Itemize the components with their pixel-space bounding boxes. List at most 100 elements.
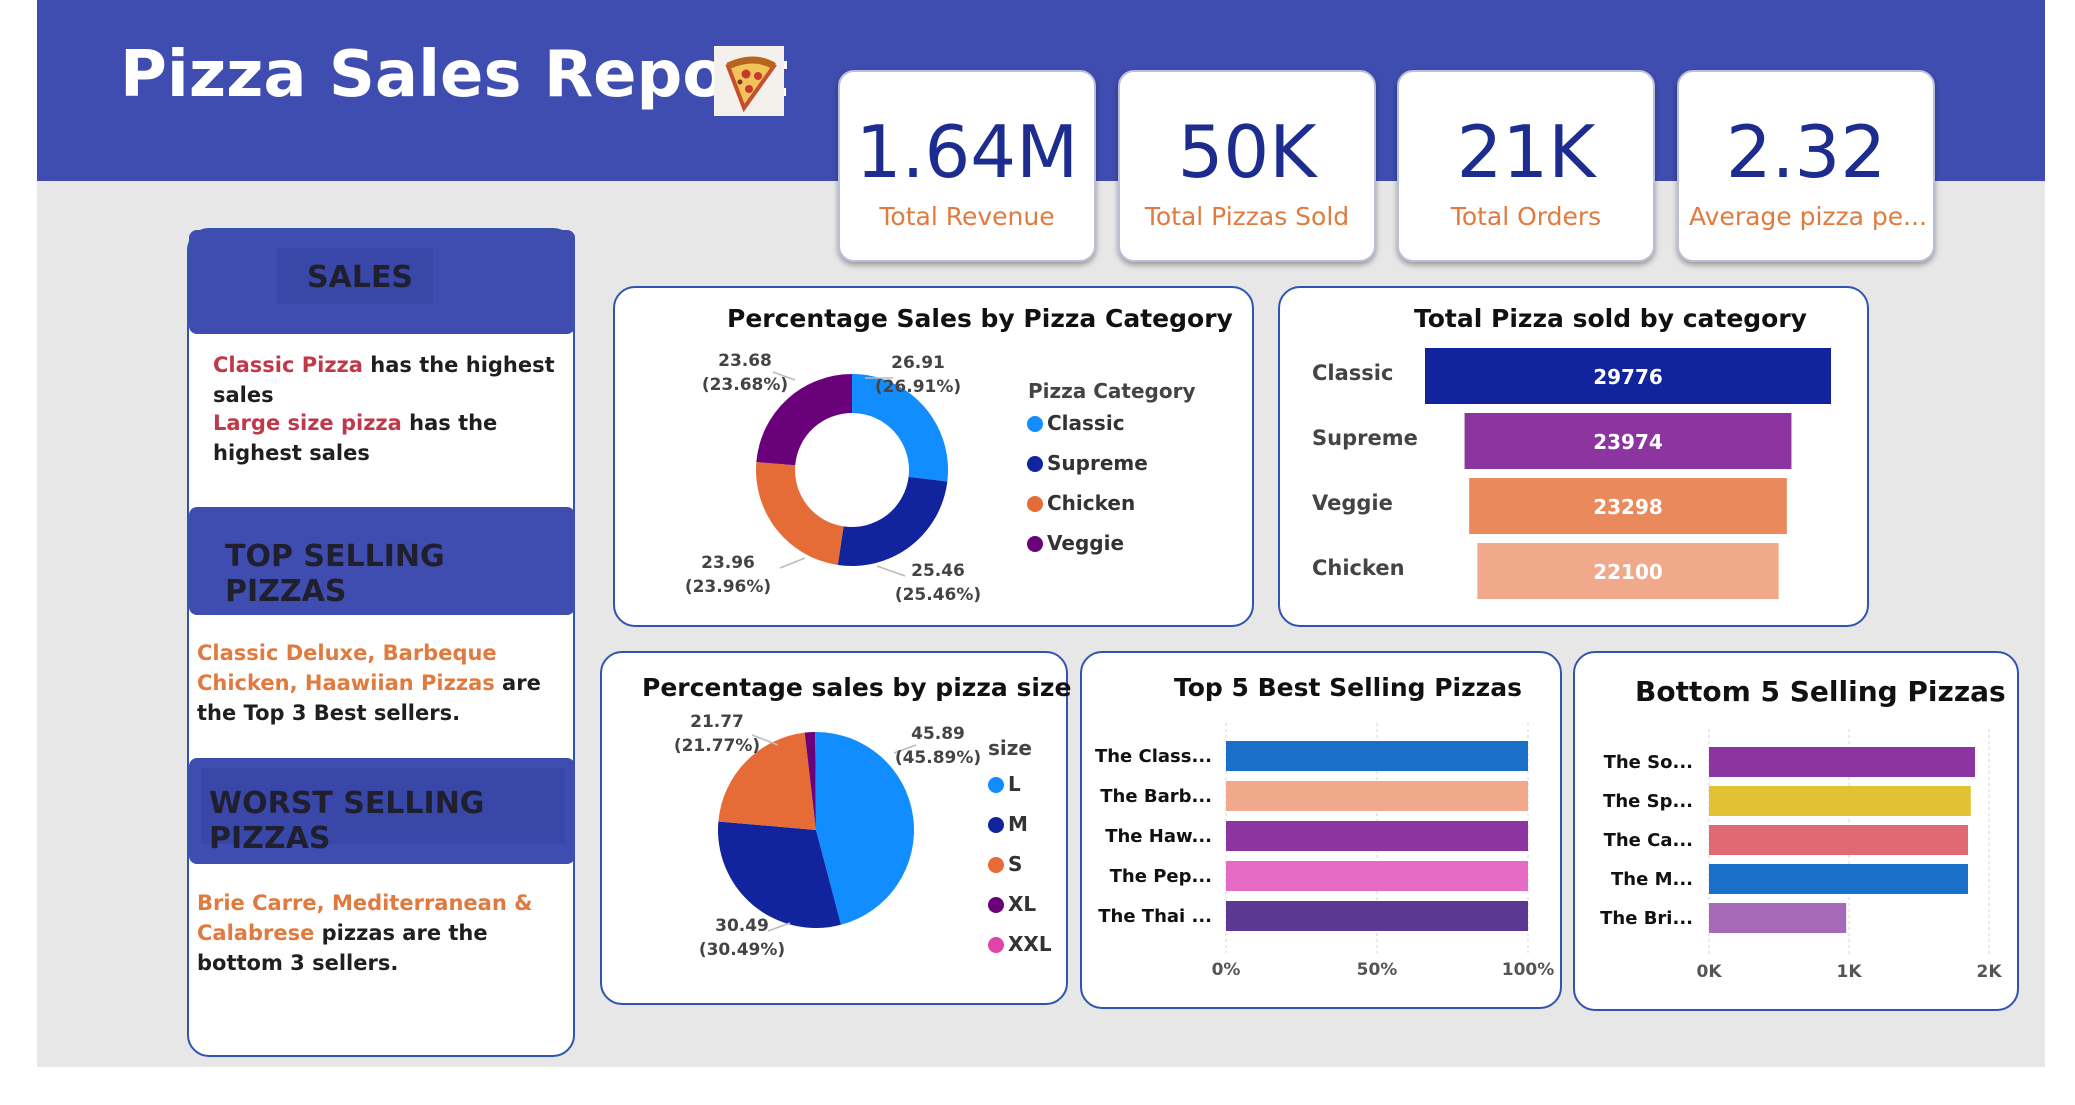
legend-label: Chicken [1047,491,1135,515]
data-label-value: 21.77 [690,712,744,732]
bar [1226,901,1528,931]
tick-label: 2K [1976,962,2002,982]
funnel-category-label: Classic [1312,361,1393,385]
data-label-value: 26.91 [891,353,945,373]
bar [1709,747,1975,777]
category-label: The So... [1604,752,1693,773]
bar [1226,861,1528,891]
data-label-percent: (30.49%) [699,940,785,960]
kpi-card-total-revenue[interactable]: 1.64M Total Revenue [838,70,1096,262]
top5-bar-chart: 0% 50% 100% The Class... The Barb... The Haw.… [1095,723,1555,980]
category-label: The Thai ... [1098,906,1212,927]
kpi-card-total-pizzas-sold[interactable]: 50K Total Pizzas Sold [1118,70,1376,262]
top5-card[interactable]: Top 5 Best Selling Pizzas 0% 50% 100% The C… [1080,651,1562,1009]
data-label-value: 45.89 [911,724,965,744]
funnel-value: 23298 [1593,495,1663,519]
data-label-percent: (45.89%) [895,748,981,768]
category-label: The Bri... [1600,908,1693,929]
kpi-value: 50K [1177,110,1317,194]
kpi-label: Total Orders [1450,202,1602,231]
legend-marker [1027,416,1043,432]
data-label-value: 23.96 [701,553,755,573]
worst-selling-heading-box: WORST SELLING PIZZAS [189,758,575,864]
size-pie-card[interactable]: Percentage sales by pizza size 45.89 (45.… [600,651,1071,1005]
bottom5-card[interactable]: Bottom 5 Selling Pizzas 0K 1K 2K The So... T… [1573,651,2019,1011]
sales-heading: SALES [307,260,414,295]
bar [1709,786,1971,816]
worst-selling-heading: WORST SELLING PIZZAS [209,786,485,856]
kpi-value: 2.32 [1725,110,1887,194]
legend-marker [1027,456,1043,472]
leader-line [767,922,791,932]
leader-line [779,557,806,569]
insights-panel: SALES Classic Pizza has the highest sale… [187,228,575,1057]
sales-heading-box: SALES [189,230,575,334]
legend-label: Veggie [1047,531,1124,555]
bar [1226,781,1528,811]
legend-marker [988,817,1004,833]
category-label: The Pep... [1110,866,1212,887]
kpi-label: Average pizza pe... [1689,202,1928,231]
kpi-label: Total Pizzas Sold [1144,202,1350,231]
category-label: The M... [1611,869,1693,890]
donut-slice-supreme [837,476,948,566]
category-funnel-card[interactable]: Total Pizza sold by category 29776 Classi… [1278,286,1869,627]
category-funnel-chart: 29776 Classic 23974 Supreme 23298 Veggie 22100… [1312,348,1831,599]
highlight-text: Large size pizza [213,411,402,435]
funnel-value: 29776 [1593,365,1663,389]
data-label-percent: (26.91%) [875,377,961,397]
category-label: The Sp... [1603,791,1693,812]
funnel-value: 22100 [1593,560,1663,584]
legend-label: XL [1008,892,1036,916]
page-title: Pizza Sales Report [120,38,789,112]
top-selling-heading: TOP SELLING PIZZAS [225,539,445,609]
bar [1709,864,1968,894]
data-label-value: 25.46 [911,561,965,581]
kpi-value: 1.64M [855,110,1079,194]
donut-slice-chicken [756,462,844,565]
sales-insight-2: Large size pizza has the highest sales [213,408,563,468]
data-label-percent: (23.96%) [685,577,771,597]
bar [1709,825,1968,855]
funnel-category-label: Chicken [1312,556,1405,580]
kpi-card-average-pizza[interactable]: 2.32 Average pizza pe... [1677,70,1935,262]
tick-label: 0% [1212,960,1241,980]
size-pie-chart: 45.89 (45.89%) 30.49 (30.49%) 21.77 (21.77%) s… [674,712,1052,960]
category-donut-chart: 26.91 (26.91%) 25.46 (25.46%) 23.96 (23.96%) 2… [685,351,1196,605]
bottom5-bar-chart: 0K 1K 2K The So... The Sp... The Ca... The M..… [1600,729,2002,982]
highlight-text: Classic Deluxe, Barbeque Chicken, Haawii… [197,641,497,695]
data-label-value: 30.49 [715,916,769,936]
tick-label: 50% [1357,960,1398,980]
legend-title: size [988,736,1032,760]
legend-marker [1027,536,1043,552]
pizza-slice-icon [714,46,784,116]
category-label: The Ca... [1604,830,1693,851]
top-selling-heading-box: TOP SELLING PIZZAS [189,507,575,615]
bar [1226,741,1528,771]
legend-marker [988,857,1004,873]
data-label-percent: (21.77%) [674,736,760,756]
data-label-value: 23.68 [718,351,772,371]
leader-line [876,565,906,577]
legend-title: Pizza Category [1028,379,1196,403]
bar [1709,903,1847,933]
category-label: The Barb... [1100,786,1212,807]
top-selling-insight: Classic Deluxe, Barbeque Chicken, Haawii… [197,638,567,728]
funnel-category-label: Veggie [1312,491,1393,515]
legend-label: Classic [1047,411,1125,435]
legend-label: L [1008,772,1021,796]
legend-marker [988,937,1004,953]
highlight-text: Classic Pizza [213,353,363,377]
kpi-card-total-orders[interactable]: 21K Total Orders [1397,70,1655,262]
legend-marker [988,897,1004,913]
funnel-value: 23974 [1593,430,1663,454]
legend-marker [988,777,1004,793]
funnel-category-label: Supreme [1312,426,1418,450]
worst-selling-insight: Brie Carre, Mediterranean & Calabrese pi… [197,888,567,978]
tick-label: 100% [1502,960,1555,980]
category-label: The Class... [1095,746,1212,767]
kpi-label: Total Revenue [879,202,1055,231]
category-donut-card[interactable]: Percentage Sales by Pizza Category 26.91… [613,286,1254,627]
tick-label: 0K [1696,962,1722,982]
legend-marker [1027,496,1043,512]
